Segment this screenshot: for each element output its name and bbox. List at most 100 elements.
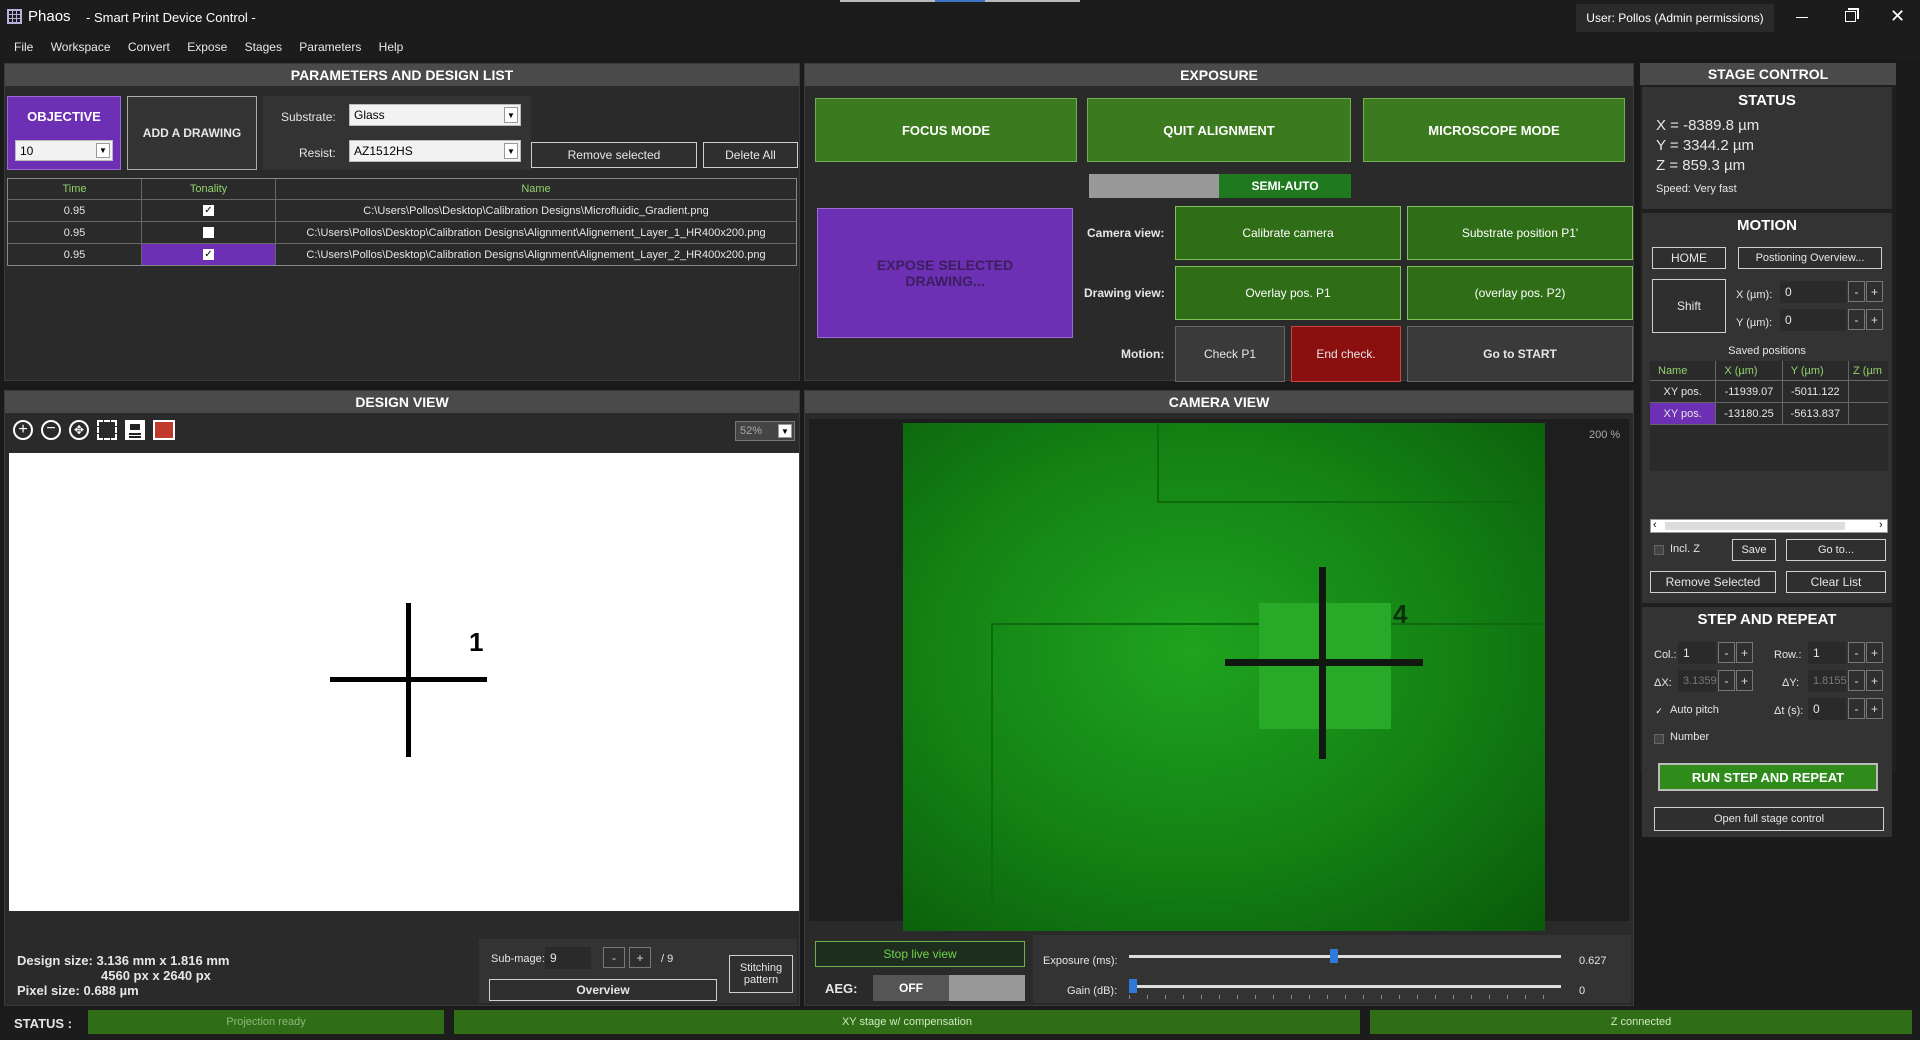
zoom-select[interactable]: 52% ▼ <box>735 421 795 441</box>
scroll-left-icon[interactable]: ‹ <box>1653 519 1657 531</box>
zoom-in-icon[interactable]: + <box>13 420 33 440</box>
minimize-icon[interactable] <box>1796 17 1808 18</box>
save-position-button[interactable]: Save <box>1732 539 1776 561</box>
dx-plus-button[interactable]: + <box>1736 670 1753 691</box>
row-input[interactable]: 1 <box>1808 642 1846 664</box>
scroll-thumb[interactable] <box>1665 522 1845 530</box>
y-shift-input[interactable]: 0 <box>1780 309 1846 331</box>
stitching-pattern-button[interactable]: Stitching pattern <box>729 955 793 993</box>
dy-plus-button[interactable]: + <box>1866 670 1883 691</box>
menu-stages[interactable]: Stages <box>245 36 282 58</box>
run-step-repeat-button[interactable]: RUN STEP AND REPEAT <box>1658 763 1878 791</box>
camera-feed[interactable]: 4 <box>903 423 1545 931</box>
table-row[interactable]: XY pos. -11939.07 -5011.122 <box>1650 381 1888 403</box>
col-x[interactable]: X (µm) <box>1716 361 1783 380</box>
check-p1-button[interactable]: Check P1 <box>1175 326 1285 382</box>
select-area-icon[interactable] <box>97 420 117 440</box>
menu-expose[interactable]: Expose <box>187 36 227 58</box>
subimage-minus-button[interactable]: - <box>603 947 625 968</box>
y-minus-button[interactable]: - <box>1848 309 1865 330</box>
focus-mode-button[interactable]: FOCUS MODE <box>815 98 1077 162</box>
col-input[interactable]: 1 <box>1678 642 1716 664</box>
expose-selected-button[interactable]: EXPOSE SELECTED DRAWING... <box>817 208 1073 338</box>
remove-selected-position-button[interactable]: Remove Selected <box>1650 571 1776 593</box>
overview-button[interactable]: Overview <box>489 979 717 1001</box>
overlay-p1-button[interactable]: Overlay pos. P1 <box>1175 266 1401 320</box>
dy-input[interactable]: 1.8155 <box>1808 670 1847 692</box>
dt-input[interactable]: 0 <box>1808 698 1846 720</box>
exposure-slider[interactable] <box>1129 949 1561 975</box>
gain-thumb[interactable] <box>1129 979 1137 993</box>
col-name[interactable]: Name <box>276 179 796 199</box>
dt-plus-button[interactable]: + <box>1866 698 1883 719</box>
auto-pitch-checkbox[interactable]: ✓ <box>1654 706 1664 716</box>
dt-minus-button[interactable]: - <box>1848 698 1865 719</box>
col-name[interactable]: Name <box>1650 361 1717 380</box>
col-tonality[interactable]: Tonality <box>142 179 276 199</box>
mode-toggle[interactable]: SEMI-AUTO <box>1089 174 1351 198</box>
microscope-mode-button[interactable]: MICROSCOPE MODE <box>1363 98 1625 162</box>
x-shift-input[interactable]: 0 <box>1780 281 1846 303</box>
x-minus-button[interactable]: - <box>1848 281 1865 302</box>
table-row-selected[interactable]: XY pos. -13180.25 -5613.837 <box>1650 403 1888 425</box>
cell-tonality[interactable]: ✓ <box>142 199 276 221</box>
image-export-icon[interactable] <box>153 420 175 440</box>
col-time[interactable]: Time <box>8 179 142 199</box>
substrate-position-button[interactable]: Substrate position P1' <box>1407 206 1633 260</box>
menu-parameters[interactable]: Parameters <box>299 36 361 58</box>
tonality-checkbox[interactable]: ✓ <box>203 249 214 260</box>
tonality-checkbox[interactable] <box>203 227 214 238</box>
end-check-button[interactable]: End check. <box>1291 326 1401 382</box>
objective-select[interactable]: 10 ▼ <box>15 140 113 161</box>
tonality-checkbox[interactable]: ✓ <box>203 205 214 216</box>
subimage-input[interactable]: 9 <box>545 947 591 969</box>
dx-input[interactable]: 3.1359 <box>1678 670 1717 692</box>
resist-select[interactable]: AZ1512HS ▼ <box>349 140 521 162</box>
quit-alignment-button[interactable]: QUIT ALIGNMENT <box>1087 98 1351 162</box>
positioning-overview-button[interactable]: Postioning Overview... <box>1738 247 1882 269</box>
aeg-toggle[interactable]: OFF <box>873 975 1025 1001</box>
x-plus-button[interactable]: + <box>1866 281 1883 302</box>
menu-file[interactable]: File <box>14 36 33 58</box>
gain-slider[interactable] <box>1129 979 1561 1005</box>
zoom-out-icon[interactable]: − <box>41 420 61 440</box>
dx-minus-button[interactable]: - <box>1718 670 1735 691</box>
substrate-select[interactable]: Glass ▼ <box>349 104 521 126</box>
col-plus-button[interactable]: + <box>1736 642 1753 663</box>
go-to-position-button[interactable]: Go to... <box>1786 539 1886 561</box>
open-full-stage-control-button[interactable]: Open full stage control <box>1654 807 1884 831</box>
shift-button[interactable]: Shift <box>1652 279 1726 333</box>
col-y[interactable]: Y (µm) <box>1783 361 1850 380</box>
menu-convert[interactable]: Convert <box>128 36 170 58</box>
menu-help[interactable]: Help <box>379 36 404 58</box>
clear-list-button[interactable]: Clear List <box>1786 571 1886 593</box>
calibrate-camera-button[interactable]: Calibrate camera <box>1175 206 1401 260</box>
menu-workspace[interactable]: Workspace <box>51 36 111 58</box>
horizontal-scrollbar[interactable]: ‹ › <box>1650 519 1888 533</box>
save-icon[interactable] <box>125 420 145 440</box>
table-row[interactable]: 0.95 ✓ C:\Users\Pollos\Desktop\Calibrati… <box>8 199 796 221</box>
row-minus-button[interactable]: - <box>1848 642 1865 663</box>
col-minus-button[interactable]: - <box>1718 642 1735 663</box>
home-button[interactable]: HOME <box>1652 247 1726 269</box>
row-plus-button[interactable]: + <box>1866 642 1883 663</box>
number-checkbox[interactable] <box>1654 734 1664 744</box>
scroll-right-icon[interactable]: › <box>1879 519 1883 531</box>
fit-view-icon[interactable]: ✥ <box>69 420 89 440</box>
incl-z-checkbox[interactable] <box>1654 545 1664 555</box>
go-to-start-button[interactable]: Go to START <box>1407 326 1633 382</box>
design-canvas[interactable]: 1 <box>9 453 799 911</box>
col-z[interactable]: Z (µm <box>1849 361 1888 380</box>
close-icon[interactable]: ✕ <box>1890 6 1905 27</box>
delete-all-button[interactable]: Delete All <box>703 142 798 168</box>
add-drawing-button[interactable]: ADD A DRAWING <box>127 96 257 170</box>
remove-selected-button[interactable]: Remove selected <box>531 142 697 168</box>
restore-icon[interactable] <box>1845 11 1856 22</box>
stop-live-view-button[interactable]: Stop live view <box>815 941 1025 967</box>
exposure-thumb[interactable] <box>1330 949 1338 963</box>
subimage-plus-button[interactable]: + <box>629 947 651 968</box>
cell-tonality[interactable]: ✓ <box>142 243 276 265</box>
cell-tonality[interactable] <box>142 221 276 243</box>
overlay-p2-button[interactable]: (overlay pos. P2) <box>1407 266 1633 320</box>
y-plus-button[interactable]: + <box>1866 309 1883 330</box>
